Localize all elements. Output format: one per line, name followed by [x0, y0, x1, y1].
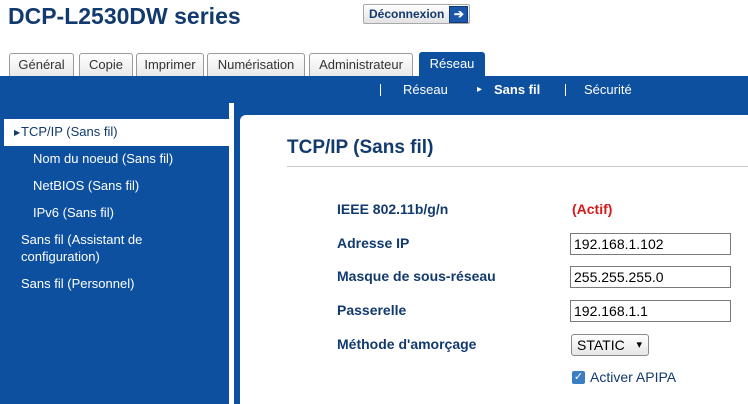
tab-copie[interactable]: Copie [79, 53, 133, 76]
caret-right-icon: ▸ [477, 84, 483, 95]
subnet-mask-input[interactable] [570, 266, 731, 288]
apipa-label[interactable]: Activer APIPA [590, 369, 676, 385]
logout-button[interactable]: Déconnexion ➔ [363, 4, 471, 24]
caret-right-icon: ▶ [14, 128, 21, 137]
gateway-input[interactable] [570, 300, 731, 322]
ip-address-label: Adresse IP [337, 235, 410, 251]
logout-label: Déconnexion [369, 7, 445, 21]
section-heading: TCP/IP (Sans fil) [287, 137, 434, 158]
arrow-right-icon: ➔ [449, 5, 469, 23]
subnet-mask-label: Masque de sous-réseau [337, 268, 496, 284]
tab-general[interactable]: Général [9, 53, 74, 76]
heading-underline [287, 166, 748, 167]
ip-address-input[interactable] [570, 233, 731, 255]
sub-navigation: Réseau ▸ Sans fil Sécurité [0, 77, 748, 103]
separator [380, 84, 381, 96]
boot-method-label: Méthode d'amorçage [337, 336, 477, 352]
boot-method-select[interactable]: STATIC ▾ [571, 334, 649, 356]
sidebar: ▶ TCP/IP (Sans fil) Nom du noeud (Sans f… [0, 103, 229, 404]
separator [565, 84, 566, 96]
sidebar-item-tcpip[interactable]: TCP/IP (Sans fil) [21, 123, 118, 140]
sidebar-item-nom-du-noeud[interactable]: Nom du noeud (Sans fil) [33, 150, 173, 167]
page-title: DCP-L2530DW series [8, 3, 241, 29]
sidebar-item-ipv6[interactable]: IPv6 (Sans fil) [33, 204, 114, 221]
tab-numerisation[interactable]: Numérisation [207, 53, 305, 76]
subnav-sans-fil[interactable]: Sans fil [494, 77, 540, 103]
checkmark-icon: ✓ [573, 371, 584, 383]
sidebar-item-netbios[interactable]: NetBIOS (Sans fil) [33, 177, 139, 194]
gateway-label: Passerelle [337, 302, 407, 318]
main-tabs: Général Copie Imprimer Numérisation Admi… [0, 49, 748, 78]
tab-reseau[interactable]: Réseau [419, 52, 485, 77]
ieee-status: (Actif) [572, 201, 613, 217]
boot-method-value: STATIC [577, 337, 625, 353]
tab-administrateur[interactable]: Administrateur [309, 53, 413, 76]
sidebar-item-personnel[interactable]: Sans fil (Personnel) [21, 275, 134, 292]
subnav-reseau[interactable]: Réseau [403, 77, 448, 103]
apipa-checkbox[interactable]: ✓ [572, 371, 585, 384]
sidebar-item-assistant[interactable]: Sans fil (Assistant de configuration) [21, 231, 211, 265]
ieee-label: IEEE 802.11b/g/n [337, 201, 449, 217]
tab-imprimer[interactable]: Imprimer [136, 53, 204, 76]
subnav-securite[interactable]: Sécurité [584, 77, 632, 103]
chevron-down-icon: ▾ [636, 339, 642, 351]
